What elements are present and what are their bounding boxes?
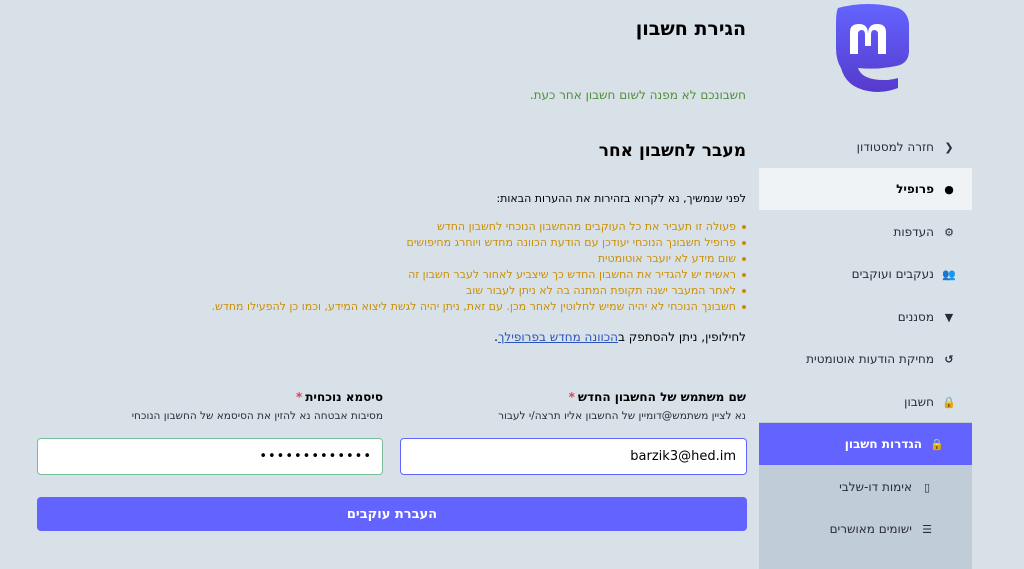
sidebar-item-account-settings[interactable]: 🔒 הגדרות חשבון [759, 423, 972, 465]
new-account-handle-input[interactable] [400, 438, 747, 475]
warning-intro: לפני שנמשיך, נא לקרוא בזהירות את ההערות … [496, 192, 746, 205]
list-icon: ☰ [922, 522, 932, 536]
history-icon: ↺ [944, 352, 954, 366]
sidebar-item-label: מחיקת הודעות אוטומטית [806, 352, 934, 366]
profile-redirect-link[interactable]: הכוונה מחדש בפרופילך [498, 330, 618, 344]
warning-item: לאחר המעבר ישנה תקופת המתנה בה לא ניתן ל… [212, 283, 746, 299]
cog-icon: ⚙ [944, 225, 954, 239]
warning-item: חשבונך הנוכחי לא יהיה שמיש לחלוטין לאחר … [212, 299, 746, 315]
sidebar-item-back-to-mastodon[interactable]: ❮ חזרה למסטודון [759, 126, 972, 168]
section-title: מעבר לחשבון אחר [598, 141, 746, 161]
sidebar-item-label: ישומים מאושרים [829, 522, 912, 536]
sidebar-item-account[interactable]: 🔒 חשבון [759, 381, 972, 423]
required-mark: * [295, 390, 303, 404]
sidebar-item-two-factor-auth[interactable]: ▯ אימות דו-שלבי [759, 466, 972, 508]
lock-icon: 🔒 [942, 395, 956, 409]
main-content: הגירת חשבון חשבונכם לא מפנה לשום חשבון א… [0, 0, 759, 569]
warning-list: פעולה זו תעביר את כל העוקבים מהחשבון הנו… [212, 219, 746, 315]
sidebar-item-label: נעקבים ועוקבים [851, 267, 934, 281]
alternative-text: לחילופין, ניתן להסתפק בהכוונה מחדש בפרופ… [494, 330, 746, 344]
sidebar-item-label: חשבון [904, 395, 934, 409]
mobile-icon: ▯ [923, 480, 931, 494]
move-followers-button[interactable]: העברת עוקבים [37, 497, 747, 531]
sidebar-item-profile[interactable]: ● פרופיל [759, 168, 972, 210]
sidebar-item-relationships[interactable]: 👥 נעקבים ועוקבים [759, 253, 972, 295]
redirect-status-notice: חשבונכם לא מפנה לשום חשבון אחר כעת. [529, 88, 746, 102]
current-password-input[interactable] [37, 438, 383, 475]
page-title: הגירת חשבון [635, 18, 746, 40]
sidebar: ❮ חזרה למסטודון ● פרופיל ⚙ העדפות 👥 נעקב… [759, 0, 972, 569]
current-password-label: סיסמא נוכחית* [295, 390, 383, 404]
sidebar-item-preferences[interactable]: ⚙ העדפות [759, 211, 972, 253]
lock-icon: 🔒 [930, 437, 944, 451]
chevron-left-icon: ❮ [944, 140, 954, 154]
new-account-handle-hint: נא לציין משתמש@דומיין של החשבון אליו תרצ… [498, 410, 746, 422]
sidebar-item-automated-deletion[interactable]: ↺ מחיקת הודעות אוטומטית [759, 338, 972, 380]
required-mark: * [568, 390, 575, 404]
warning-item: פרופיל חשבונך הנוכחי יעודכן עם הודעת הכו… [212, 235, 746, 251]
filter-icon: ▼ [944, 310, 954, 324]
sidebar-item-label: אימות דו-שלבי [839, 480, 912, 494]
sidebar-item-label: העדפות [893, 225, 934, 239]
warning-item: שום מידע לא יועבר אוטומטית [212, 251, 746, 267]
sidebar-item-label: הגדרות חשבון [844, 437, 922, 451]
mastodon-logo-icon[interactable] [824, 2, 912, 92]
sidebar-item-authorized-apps[interactable]: ☰ ישומים מאושרים [759, 508, 972, 550]
sidebar-item-label: חזרה למסטודון [856, 140, 934, 154]
sidebar-item-label: פרופיל [896, 182, 934, 196]
users-icon: 👥 [942, 267, 956, 281]
sidebar-item-label: מסננים [897, 310, 934, 324]
warning-item: פעולה זו תעביר את כל העוקבים מהחשבון הנו… [212, 219, 746, 235]
user-icon: ● [944, 182, 954, 196]
warning-item: ראשית יש להגדיר את החשבון החדש כך שיצביע… [212, 267, 746, 283]
new-account-handle-label: שם משתמש של החשבון החדש* [568, 390, 746, 404]
sidebar-item-filters[interactable]: ▼ מסננים [759, 296, 972, 338]
current-password-hint: מסיבות אבטחה נא להזין את הסיסמא של החשבו… [131, 410, 383, 422]
